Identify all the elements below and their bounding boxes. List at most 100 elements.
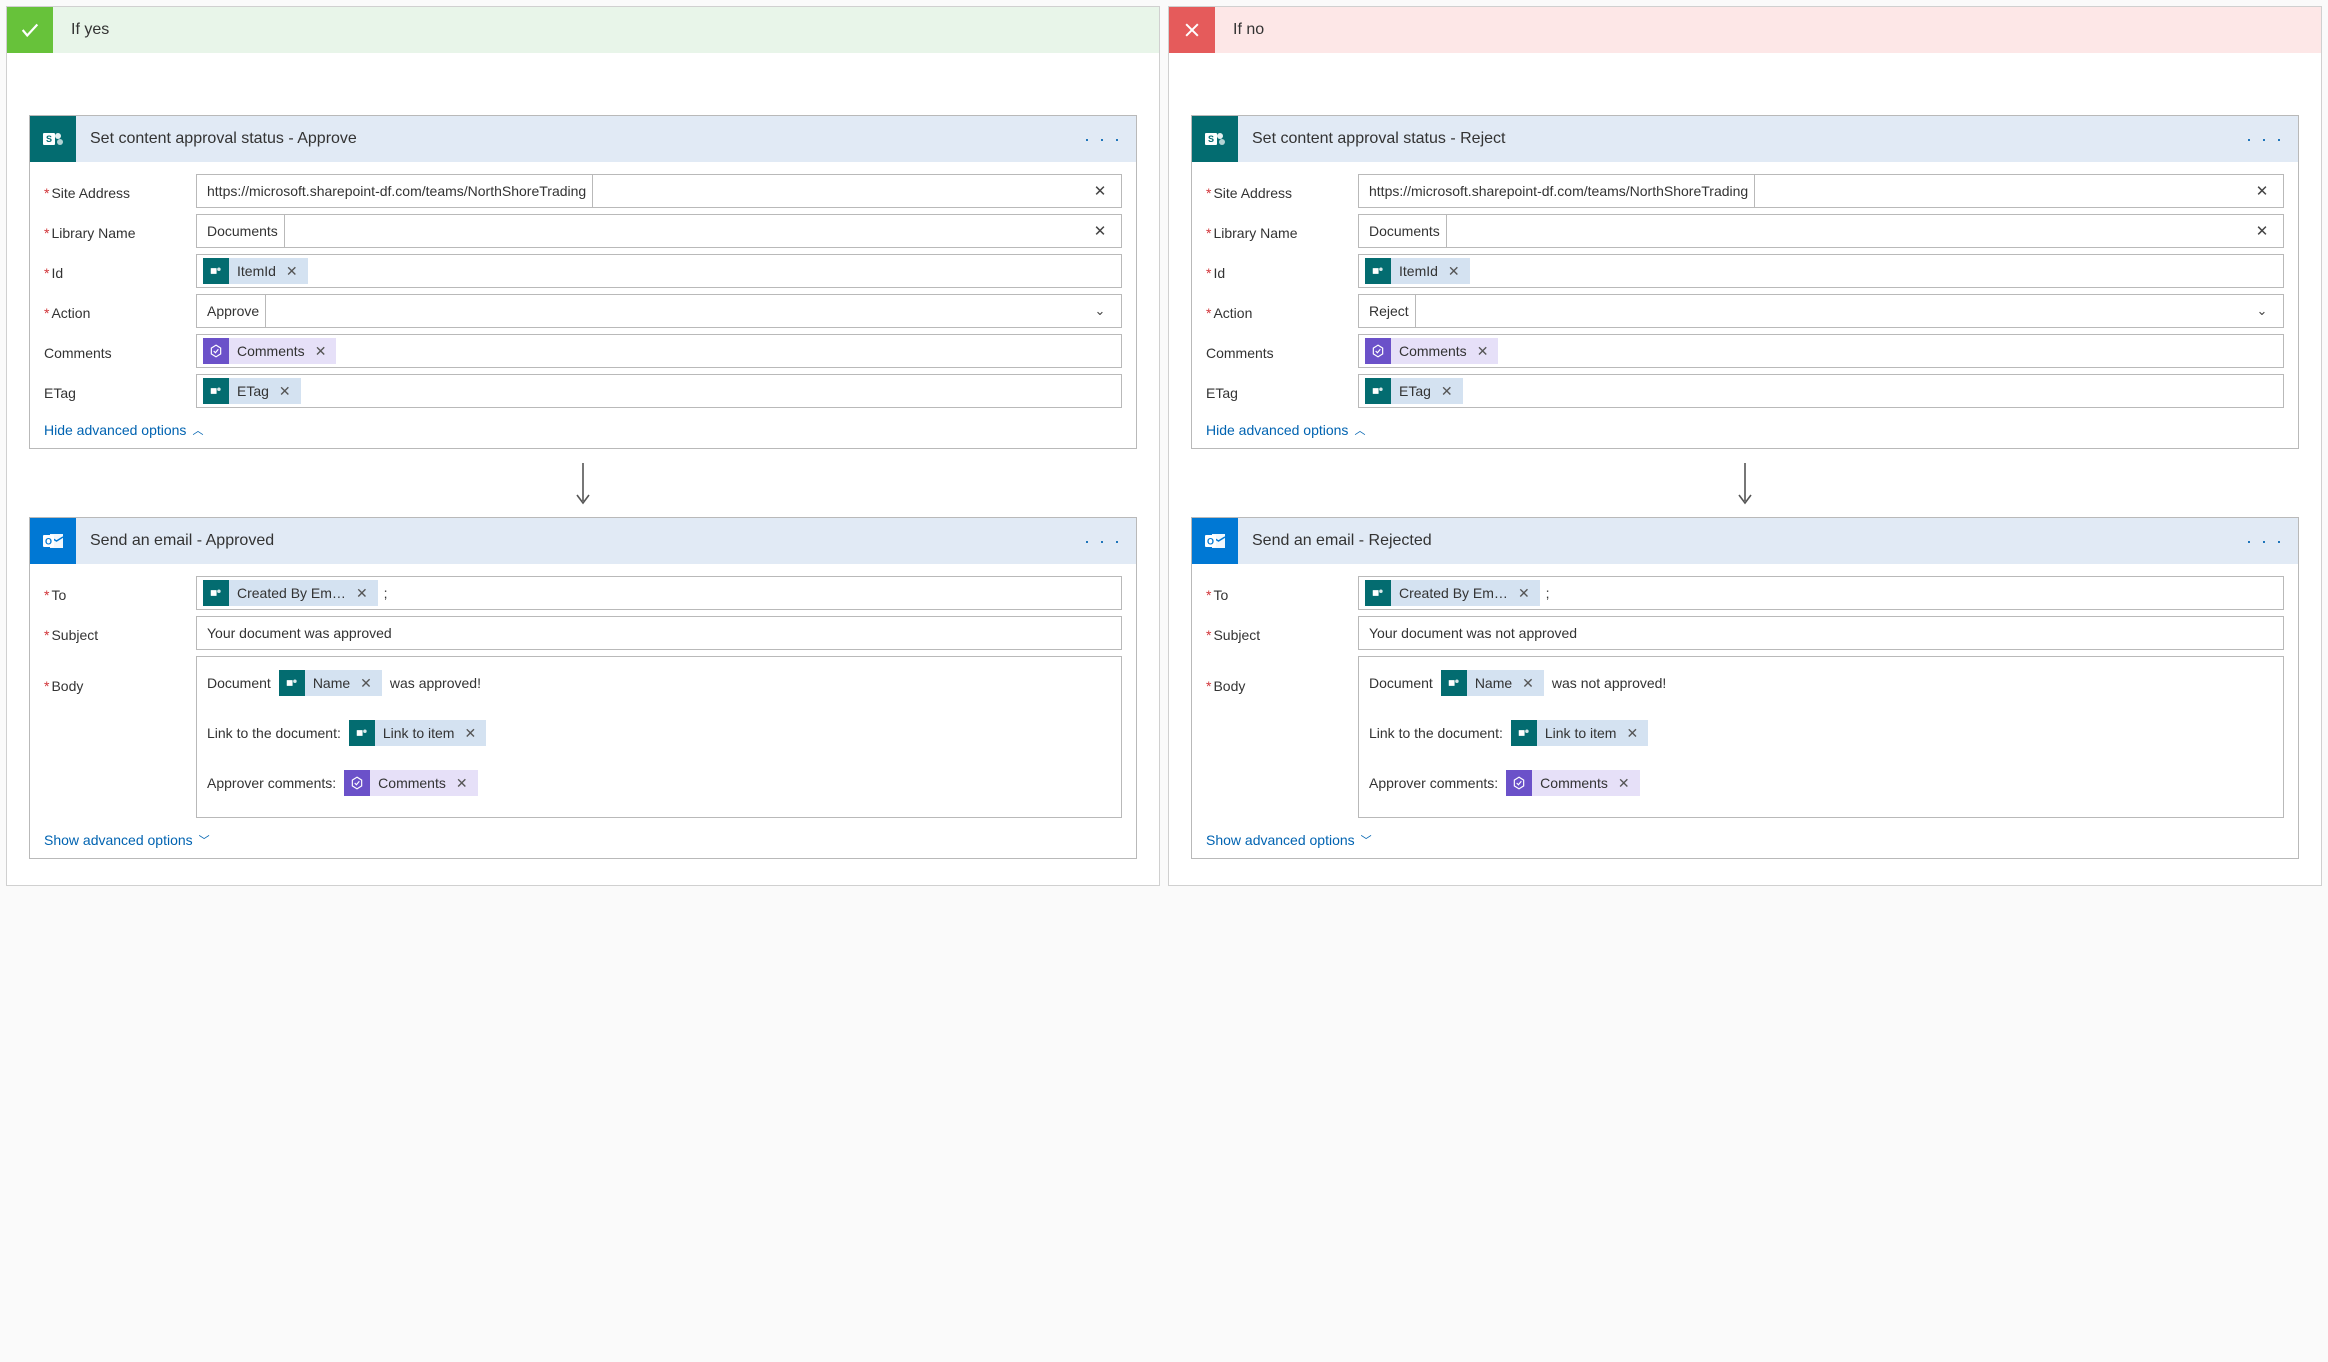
library-name-input[interactable]: Documents ✕ — [1358, 214, 2284, 248]
token-link-to-item[interactable]: Link to item ✕ — [1511, 720, 1648, 746]
card-header[interactable]: S Set content approval status - Reject ·… — [1192, 116, 2298, 162]
remove-token-icon[interactable]: ✕ — [1446, 263, 1462, 280]
card-header[interactable]: S Set content approval status - Approve … — [30, 116, 1136, 162]
approvals-token-icon — [203, 338, 229, 364]
card-header[interactable]: O Send an email - Rejected · · · — [1192, 518, 2298, 564]
remove-token-icon[interactable]: ✕ — [354, 585, 370, 602]
clear-icon[interactable]: ✕ — [2249, 182, 2275, 200]
show-advanced-options-link[interactable]: Show advanced options ﹀ — [1206, 832, 1372, 848]
label-to: To — [44, 583, 196, 603]
id-input[interactable]: ItemId ✕ — [196, 254, 1122, 288]
label-library-name: Library Name — [44, 221, 196, 241]
clear-icon[interactable]: ✕ — [1087, 182, 1113, 200]
more-menu-button[interactable]: · · · — [2242, 129, 2288, 150]
remove-token-icon[interactable]: ✕ — [1475, 343, 1491, 360]
to-input[interactable]: Created By Em… ✕ ; — [1358, 576, 2284, 610]
id-input[interactable]: ItemId ✕ — [1358, 254, 2284, 288]
library-name-input[interactable]: Documents ✕ — [196, 214, 1122, 248]
token-link-to-item[interactable]: Link to item ✕ — [349, 720, 486, 746]
subject-input[interactable]: Your document was not approved — [1358, 616, 2284, 650]
label-subject: Subject — [44, 623, 196, 643]
label-etag: ETag — [44, 381, 196, 401]
remove-token-icon[interactable]: ✕ — [454, 769, 470, 797]
etag-input[interactable]: ETag ✕ — [1358, 374, 2284, 408]
remove-token-icon[interactable]: ✕ — [462, 719, 478, 747]
token-approver-comments[interactable]: Comments ✕ — [344, 770, 477, 796]
remove-token-icon[interactable]: ✕ — [1520, 669, 1536, 697]
remove-token-icon[interactable]: ✕ — [313, 343, 329, 360]
body-input[interactable]: Document Name ✕ was not approved! Link t… — [1358, 656, 2284, 818]
branch-if-no: If no S Set content approval status - Re… — [1168, 6, 2322, 886]
check-icon — [7, 7, 53, 53]
remove-token-icon[interactable]: ✕ — [358, 669, 374, 697]
label-site-address: Site Address — [1206, 181, 1358, 201]
branch-header-no: If no — [1169, 7, 2321, 53]
branch-title-yes: If yes — [71, 21, 109, 39]
library-name-value: Documents — [1369, 223, 1440, 239]
chevron-down-icon[interactable]: ⌄ — [2249, 303, 2275, 319]
token-name[interactable]: Name ✕ — [279, 670, 382, 696]
action-value: Reject — [1369, 303, 1409, 319]
action-select[interactable]: Approve ⌄ — [196, 294, 1122, 328]
clear-icon[interactable]: ✕ — [1087, 222, 1113, 240]
sharepoint-token-icon — [203, 580, 229, 606]
card-title: Set content approval status - Reject — [1252, 130, 2228, 148]
more-menu-button[interactable]: · · · — [1080, 531, 1126, 552]
more-menu-button[interactable]: · · · — [1080, 129, 1126, 150]
arrow-down-icon — [572, 461, 594, 507]
remove-token-icon[interactable]: ✕ — [277, 383, 293, 400]
svg-text:S: S — [1208, 134, 1214, 144]
svg-text:S: S — [46, 134, 52, 144]
body-input[interactable]: Document Name ✕ was approved! Link to th… — [196, 656, 1122, 818]
subject-input[interactable]: Your document was approved — [196, 616, 1122, 650]
token-created-by-email[interactable]: Created By Em… ✕ — [1365, 580, 1540, 606]
card-header[interactable]: O Send an email - Approved · · · — [30, 518, 1136, 564]
card-title: Send an email - Approved — [90, 532, 1066, 550]
token-comments[interactable]: Comments ✕ — [203, 338, 336, 364]
approvals-token-icon — [1365, 338, 1391, 364]
site-address-input[interactable]: https://microsoft.sharepoint-df.com/team… — [1358, 174, 2284, 208]
clear-icon[interactable]: ✕ — [2249, 222, 2275, 240]
show-advanced-options-link[interactable]: Show advanced options ﹀ — [44, 832, 210, 848]
branch-if-yes: If yes S Set content approval status - A… — [6, 6, 1160, 886]
remove-token-icon[interactable]: ✕ — [1616, 769, 1632, 797]
hide-advanced-options-link[interactable]: Hide advanced options ︿ — [1206, 422, 1365, 438]
site-address-value: https://microsoft.sharepoint-df.com/team… — [1369, 183, 1748, 199]
label-id: Id — [44, 261, 196, 281]
sharepoint-token-icon — [1511, 720, 1537, 746]
token-approver-comments[interactable]: Comments ✕ — [1506, 770, 1639, 796]
svg-text:O: O — [1207, 537, 1214, 547]
approvals-token-icon — [344, 770, 370, 796]
remove-token-icon[interactable]: ✕ — [284, 263, 300, 280]
etag-input[interactable]: ETag ✕ — [196, 374, 1122, 408]
token-itemid[interactable]: ItemId ✕ — [203, 258, 308, 284]
card-title: Send an email - Rejected — [1252, 532, 2228, 550]
token-created-by-email[interactable]: Created By Em… ✕ — [203, 580, 378, 606]
site-address-value: https://microsoft.sharepoint-df.com/team… — [207, 183, 586, 199]
label-comments: Comments — [44, 341, 196, 361]
subject-value: Your document was approved — [207, 625, 392, 641]
token-itemid[interactable]: ItemId ✕ — [1365, 258, 1470, 284]
comments-input[interactable]: Comments ✕ — [196, 334, 1122, 368]
close-icon — [1169, 7, 1215, 53]
to-input[interactable]: Created By Em… ✕ ; — [196, 576, 1122, 610]
action-select[interactable]: Reject ⌄ — [1358, 294, 2284, 328]
hide-advanced-options-link[interactable]: Hide advanced options ︿ — [44, 422, 203, 438]
sharepoint-icon: S — [30, 116, 76, 162]
remove-token-icon[interactable]: ✕ — [1439, 383, 1455, 400]
token-comments[interactable]: Comments ✕ — [1365, 338, 1498, 364]
site-address-input[interactable]: https://microsoft.sharepoint-df.com/team… — [196, 174, 1122, 208]
comments-input[interactable]: Comments ✕ — [1358, 334, 2284, 368]
more-menu-button[interactable]: · · · — [2242, 531, 2288, 552]
label-id: Id — [1206, 261, 1358, 281]
chevron-up-icon: ︿ — [192, 422, 203, 438]
svg-text:O: O — [45, 537, 52, 547]
token-etag[interactable]: ETag ✕ — [203, 378, 301, 404]
token-name[interactable]: Name ✕ — [1441, 670, 1544, 696]
chevron-down-icon: ﹀ — [199, 832, 210, 848]
subject-value: Your document was not approved — [1369, 625, 1577, 641]
token-etag[interactable]: ETag ✕ — [1365, 378, 1463, 404]
remove-token-icon[interactable]: ✕ — [1516, 585, 1532, 602]
remove-token-icon[interactable]: ✕ — [1624, 719, 1640, 747]
chevron-down-icon[interactable]: ⌄ — [1087, 303, 1113, 319]
